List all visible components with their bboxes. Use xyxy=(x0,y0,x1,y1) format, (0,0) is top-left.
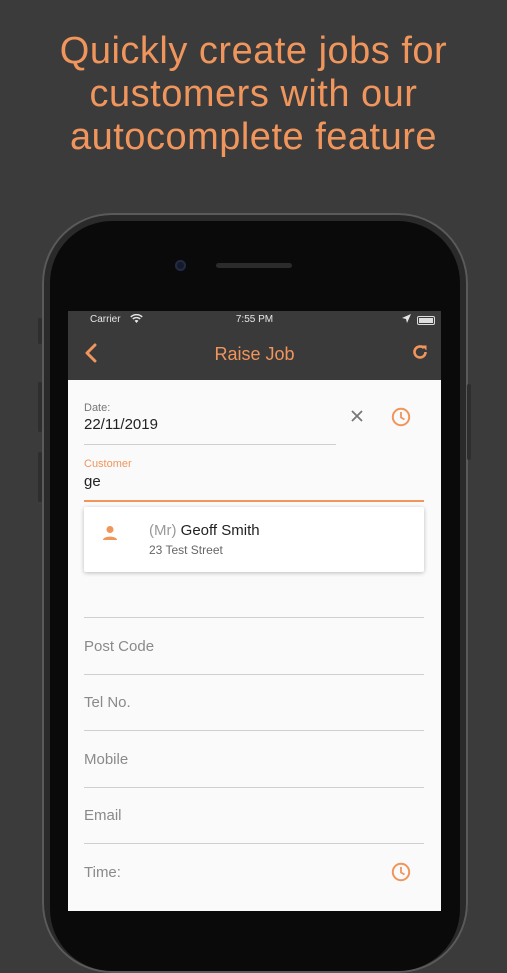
suggestion-name: (Mr) Geoff Smith xyxy=(149,522,260,539)
person-icon xyxy=(102,525,118,546)
battery-icon xyxy=(417,316,435,325)
address-underline xyxy=(84,617,424,618)
date-clock-button[interactable] xyxy=(391,407,411,432)
tel-no-underline xyxy=(84,730,424,731)
email-field[interactable]: Email xyxy=(84,807,122,824)
tel-no-field[interactable]: Tel No. xyxy=(84,694,131,711)
post-code-field[interactable]: Post Code xyxy=(84,638,154,655)
mute-switch xyxy=(38,318,42,344)
nav-bar: Raise Job xyxy=(68,329,441,380)
time-field[interactable]: Time: xyxy=(84,864,121,881)
refresh-icon xyxy=(413,345,427,359)
date-field[interactable]: 22/11/2019 xyxy=(84,416,158,433)
customer-underline xyxy=(84,500,424,502)
time-clock-button[interactable] xyxy=(391,862,411,887)
customer-suggestion[interactable]: (Mr) Geoff Smith 23 Test Street xyxy=(84,507,424,572)
promo-line-2: customers with our xyxy=(89,73,418,115)
front-camera xyxy=(175,260,186,271)
app-screen: Carrier 7:55 PM Raise Job Date: 22/11/20… xyxy=(68,311,441,911)
mobile-underline xyxy=(84,787,424,788)
suggestion-title: (Mr) xyxy=(149,522,177,539)
email-underline xyxy=(84,843,424,844)
clock-icon xyxy=(391,407,411,427)
date-label: Date: xyxy=(84,402,111,414)
post-code-underline xyxy=(84,674,424,675)
page-title: Raise Job xyxy=(214,344,295,364)
refresh-button[interactable] xyxy=(411,343,429,366)
clear-date-button[interactable] xyxy=(350,409,364,428)
clock-icon xyxy=(391,862,411,882)
status-time: 7:55 PM xyxy=(235,314,274,325)
location-arrow-icon xyxy=(402,314,411,326)
suggestion-address: 23 Test Street xyxy=(149,543,223,557)
volume-up-button xyxy=(38,382,42,432)
date-underline xyxy=(84,444,336,445)
promo-line-3: autocomplete feature xyxy=(69,116,437,158)
suggestion-full-name: Geoff Smith xyxy=(180,522,260,539)
customer-input[interactable]: ge xyxy=(84,473,101,490)
customer-label: Customer xyxy=(84,458,132,470)
volume-down-button xyxy=(38,452,42,502)
close-icon xyxy=(351,410,363,422)
mobile-field[interactable]: Mobile xyxy=(84,751,128,768)
status-bar: Carrier 7:55 PM xyxy=(68,311,441,329)
power-button xyxy=(467,384,471,460)
earpiece-speaker xyxy=(216,263,292,268)
promo-headline: Quickly create jobs for customers with o… xyxy=(0,30,507,159)
promo-line-1: Quickly create jobs for xyxy=(59,30,448,72)
